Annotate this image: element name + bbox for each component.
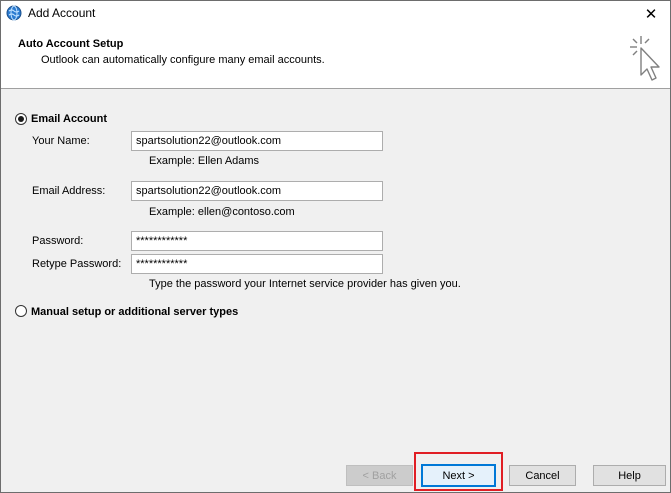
header-subtitle: Outlook can automatically configure many… — [41, 54, 325, 66]
manual-setup-radio[interactable] — [15, 305, 27, 317]
email-address-input[interactable]: spartsolution22@outlook.com — [131, 181, 383, 201]
email-account-label[interactable]: Email Account — [31, 113, 107, 125]
email-account-radio[interactable] — [15, 113, 27, 125]
title-bar: Add Account ✕ — [1, 1, 670, 26]
your-name-hint: Example: Ellen Adams — [149, 155, 260, 167]
retype-password-label: Retype Password: — [32, 258, 122, 270]
close-icon: ✕ — [644, 4, 658, 23]
manual-setup-label[interactable]: Manual setup or additional server types — [31, 306, 238, 318]
password-hint: Type the password your Internet service … — [149, 278, 461, 290]
retype-password-input[interactable]: ************ — [131, 254, 383, 274]
your-name-label: Your Name: — [32, 135, 90, 147]
next-button-highlight — [414, 452, 503, 491]
window-title: Add Account — [28, 6, 96, 20]
cancel-button[interactable]: Cancel — [509, 465, 576, 486]
add-account-dialog: Add Account ✕ Auto Account Setup Outlook… — [0, 0, 671, 493]
cursor-click-icon — [630, 36, 660, 81]
password-label: Password: — [32, 235, 84, 247]
email-address-hint: Example: ellen@contoso.com — [149, 206, 295, 218]
header-title: Auto Account Setup — [18, 38, 124, 50]
your-name-input[interactable]: spartsolution22@outlook.com — [131, 131, 383, 151]
close-button[interactable]: ✕ — [632, 1, 670, 26]
outlook-globe-icon — [6, 5, 22, 21]
password-input[interactable]: ************ — [131, 231, 383, 251]
wizard-header: Auto Account Setup Outlook can automatic… — [1, 26, 670, 89]
email-address-label: Email Address: — [32, 185, 106, 197]
help-button[interactable]: Help — [593, 465, 666, 486]
back-button[interactable]: < Back — [346, 465, 413, 486]
